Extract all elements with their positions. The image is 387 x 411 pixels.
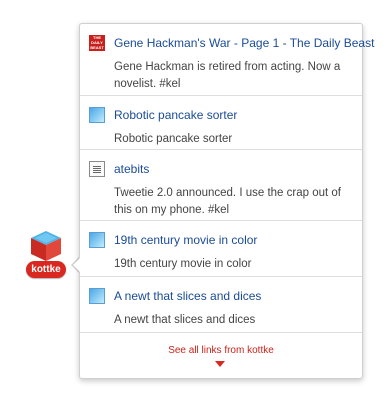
link-item[interactable]: 19th century movie in color 19th century… <box>80 221 362 277</box>
link-title[interactable]: A newt that slices and dices <box>114 288 261 304</box>
see-all-links-link[interactable]: See all links from kottke <box>168 344 274 358</box>
link-title[interactable]: Gene Hackman's War - Page 1 - The Daily … <box>114 35 374 51</box>
kottke-badge[interactable]: kottke <box>26 229 66 281</box>
link-item[interactable]: THE DAILY BEAST Gene Hackman's War - Pag… <box>80 24 374 96</box>
link-title[interactable]: 19th century movie in color <box>114 232 257 248</box>
stage: kottke THE DAILY BEAST Gene Hackman's Wa… <box>0 0 387 411</box>
blue-square-favicon <box>89 232 105 248</box>
link-title[interactable]: atebits <box>114 161 149 177</box>
links-popup: THE DAILY BEAST Gene Hackman's War - Pag… <box>79 23 374 379</box>
link-item[interactable]: Robotic pancake sorter Robotic pancake s… <box>80 96 362 150</box>
document-favicon <box>89 161 105 177</box>
daily-beast-favicon: THE DAILY BEAST <box>89 35 105 51</box>
popup-pointer-inner <box>73 257 81 273</box>
link-item[interactable]: atebits Tweetie 2.0 announced. I use the… <box>80 150 362 221</box>
down-arrow-icon[interactable] <box>215 361 225 367</box>
kottke-cube-icon <box>31 231 61 261</box>
blue-square-favicon <box>89 107 105 123</box>
link-title[interactable]: Robotic pancake sorter <box>114 107 237 123</box>
blue-square-favicon <box>89 288 105 304</box>
link-description: Gene Hackman is retired from acting. Now… <box>114 61 341 90</box>
link-description: A newt that slices and dices <box>114 314 256 326</box>
popup-footer: See all links from kottke <box>80 333 362 367</box>
link-description: Robotic pancake sorter <box>114 133 233 145</box>
link-item[interactable]: A newt that slices and dices A newt that… <box>80 277 362 333</box>
link-description: 19th century movie in color <box>114 258 252 270</box>
link-description: Tweetie 2.0 announced. I use the crap ou… <box>114 187 341 216</box>
kottke-badge-label: kottke <box>26 261 66 278</box>
